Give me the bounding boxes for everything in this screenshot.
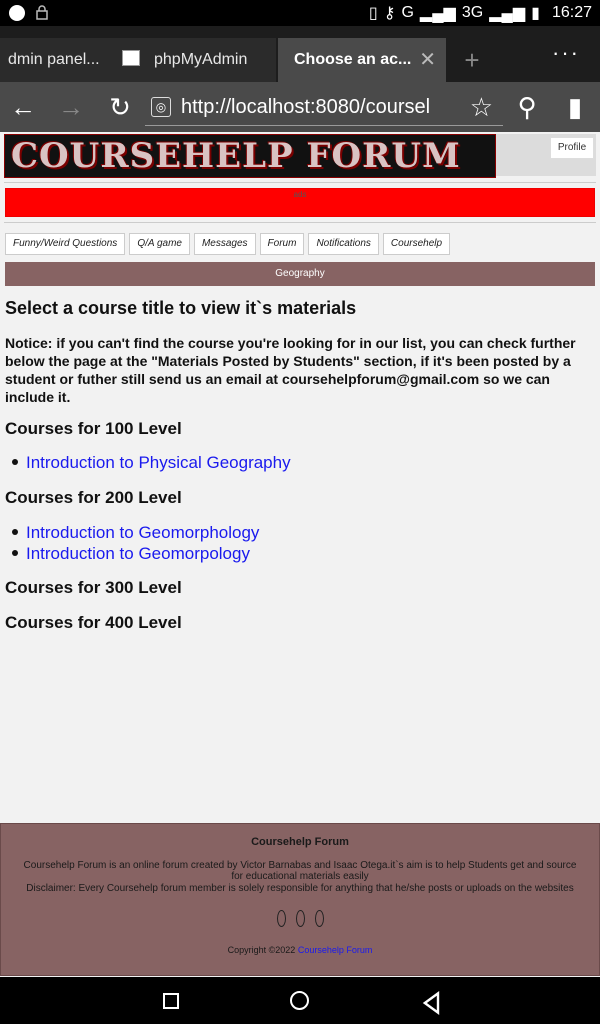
divider (4, 182, 596, 183)
course-link[interactable]: Introduction to Geomorpology (12, 543, 259, 564)
bullet (12, 459, 18, 465)
signal-icon-2: ▂▄▆ (489, 5, 526, 22)
footer-title: Coursehelp Forum (251, 836, 349, 848)
back-arrow-icon[interactable]: ← (6, 90, 40, 124)
bookmark-star-icon[interactable]: ☆ (470, 92, 493, 123)
reload-icon[interactable]: ↻ (103, 90, 137, 124)
course-list-100: Introduction to Physical Geography (12, 452, 291, 473)
level-heading-200: Courses for 200 Level (5, 488, 182, 507)
nav-qa-game[interactable]: Q/A game (129, 233, 190, 255)
notification-dot-icon (9, 5, 25, 21)
social-links (1, 910, 599, 927)
bullet (12, 550, 18, 556)
divider (4, 222, 596, 223)
level-heading-300: Courses for 300 Level (5, 578, 182, 597)
course-list-200: Introduction to Geomorphology Introducti… (12, 522, 259, 564)
tab-active[interactable]: Choose an ac... ✕ (278, 38, 446, 82)
copyright-link[interactable]: Coursehelp Forum (298, 945, 373, 955)
nav-forum[interactable]: Forum (259, 233, 305, 255)
site-info-icon[interactable]: ◎ (151, 97, 171, 117)
clock: 16:27 (551, 4, 592, 21)
signal-icon: ▂▄▆ (419, 5, 456, 22)
social-icon[interactable] (314, 910, 324, 927)
phpmyadmin-favicon-icon (122, 49, 140, 66)
course-link-label[interactable]: Introduction to Geomorpology (26, 544, 250, 563)
network-type: G (401, 4, 414, 21)
key-icon: ⚷ (383, 5, 396, 22)
network-3g: 3G (461, 4, 484, 21)
category-bar: Geography (5, 262, 595, 286)
lock-icon (36, 5, 48, 20)
battery-icon: ▮ (531, 5, 540, 22)
bookmarks-icon[interactable]: ▮ (558, 90, 592, 124)
ads-label: ads (293, 190, 307, 199)
site-banner[interactable]: COURSEHELP FORUM (4, 134, 496, 178)
address-bar[interactable]: ◎ http://localhost:8080/coursel ☆ (145, 90, 503, 126)
site-nav: Funny/Weird Questions Q/A game Messages … (5, 233, 451, 255)
browser-toolbar: ← → ↻ ◎ http://localhost:8080/coursel ☆ … (0, 82, 600, 132)
copyright: Copyright ©2022 Coursehelp Forum (1, 945, 599, 955)
nav-funny-questions[interactable]: Funny/Weird Questions (5, 233, 126, 255)
home-icon[interactable] (290, 991, 309, 1010)
forward-arrow-icon[interactable]: → (54, 90, 88, 124)
search-icon[interactable]: ⚲ (510, 90, 544, 124)
notice-text: Notice: if you can't find the course you… (5, 335, 576, 405)
tab-label: Choose an ac... (294, 51, 412, 68)
social-icon[interactable] (276, 910, 286, 927)
footer-disclaimer: Disclaimer: Every Coursehelp forum membe… (26, 883, 574, 894)
social-icon[interactable] (295, 910, 305, 927)
level-heading-100: Courses for 100 Level (5, 419, 182, 438)
status-icons: ▯ ⚷ G ▂▄▆ 3G ▂▄▆ ▮ 16:27 (369, 3, 592, 23)
tab-label: phpMyAdmin (154, 51, 248, 68)
course-link[interactable]: Introduction to Geomorphology (12, 522, 259, 543)
back-triangle-icon[interactable] (420, 991, 444, 1015)
site-footer: Coursehelp Forum Coursehelp Forum is an … (0, 823, 600, 976)
page-title: Select a course title to view it`s mater… (5, 298, 357, 318)
course-link[interactable]: Introduction to Physical Geography (12, 452, 291, 473)
tab-label: dmin panel... (8, 51, 100, 68)
nav-coursehelp[interactable]: Coursehelp (382, 233, 451, 255)
level-heading-400: Courses for 400 Level (5, 613, 182, 632)
new-tab-icon[interactable]: + (452, 38, 492, 82)
nav-notifications[interactable]: Notifications (308, 233, 379, 255)
vibrate-icon: ▯ (368, 5, 378, 22)
system-nav-bar (0, 977, 600, 1024)
copyright-text: Copyright ©2022 (227, 945, 296, 955)
course-link-label[interactable]: Introduction to Geomorphology (26, 523, 259, 542)
ads-banner[interactable]: ads (5, 188, 595, 217)
url-text[interactable]: http://localhost:8080/coursel (181, 96, 453, 119)
tab-admin-panel[interactable]: dmin panel... (0, 38, 104, 82)
recents-icon[interactable] (163, 993, 179, 1009)
footer-description: Coursehelp Forum is an online forum crea… (23, 860, 577, 882)
status-bar: ▯ ⚷ G ▂▄▆ 3G ▂▄▆ ▮ 16:27 (0, 0, 600, 26)
tab-phpmyadmin[interactable]: phpMyAdmin (104, 38, 276, 82)
site-logo: COURSEHELP FORUM (11, 136, 461, 176)
course-link-label[interactable]: Introduction to Physical Geography (26, 453, 291, 472)
close-tab-icon[interactable]: ✕ (419, 38, 436, 82)
bullet (12, 529, 18, 535)
profile-button[interactable]: Profile (550, 137, 594, 159)
more-options-icon[interactable]: ··· (546, 38, 586, 82)
tab-strip: dmin panel... phpMyAdmin Choose an ac...… (0, 26, 600, 82)
nav-messages[interactable]: Messages (193, 233, 256, 255)
